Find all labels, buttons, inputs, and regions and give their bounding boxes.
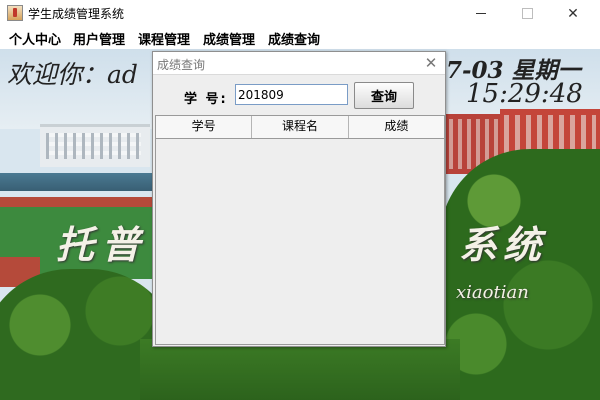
menu-grade-management[interactable]: 成绩管理 (203, 29, 255, 48)
menu-user-management[interactable]: 用户管理 (73, 29, 125, 48)
table-header: 学号 课程名 成绩 (156, 116, 444, 139)
query-button[interactable]: 查询 (354, 82, 414, 109)
dialog-title-bar[interactable]: 成绩查询 ✕ (153, 52, 445, 75)
window-title-bar[interactable]: 学生成绩管理系统 ✕ (0, 0, 600, 27)
student-id-label: 学 号: (184, 92, 228, 107)
application-window: 学生成绩管理系统 ✕ 个人中心 用户管理 课程管理 成绩管理 成绩查询 欢迎你：… (0, 0, 600, 400)
close-button[interactable]: ✕ (550, 0, 596, 27)
column-header-grade[interactable]: 成绩 (349, 116, 444, 138)
menu-grade-query[interactable]: 成绩查询 (268, 29, 320, 48)
running-track (0, 197, 160, 207)
trees-right (440, 149, 600, 400)
system-subtitle: xiaotian (456, 282, 529, 303)
grade-table[interactable]: 学号 课程名 成绩 (155, 115, 445, 345)
menu-bar: 个人中心 用户管理 课程管理 成绩管理 成绩查询 (0, 27, 600, 50)
system-title-right: 系统 (459, 222, 548, 267)
dialog-title: 成绩查询 (157, 58, 206, 72)
close-icon: ✕ (567, 5, 579, 22)
maximize-icon (521, 8, 533, 19)
close-icon: ✕ (424, 54, 438, 72)
clock-text: 15:29:48 (466, 79, 583, 109)
dialog-close-button[interactable]: ✕ (421, 53, 441, 73)
fence (0, 173, 160, 191)
menu-personal-center[interactable]: 个人中心 (9, 29, 61, 48)
java-app-icon (7, 5, 23, 21)
window-title: 学生成绩管理系统 (28, 7, 125, 21)
grade-query-dialog: 成绩查询 ✕ 学 号: 查询 学号 课程名 成绩 (152, 51, 446, 347)
system-title-left: 托普 (56, 222, 149, 267)
welcome-text: 欢迎你：ad (7, 60, 138, 89)
menu-course-management[interactable]: 课程管理 (138, 29, 190, 48)
student-id-input[interactable] (235, 84, 348, 105)
maximize-button[interactable] (504, 0, 550, 27)
column-header-student-id[interactable]: 学号 (156, 116, 253, 138)
column-header-course-name[interactable]: 课程名 (252, 116, 349, 138)
minimize-button[interactable] (458, 0, 504, 27)
minimize-icon (476, 13, 486, 14)
building-left (40, 124, 150, 167)
trees-bottom (140, 339, 460, 400)
